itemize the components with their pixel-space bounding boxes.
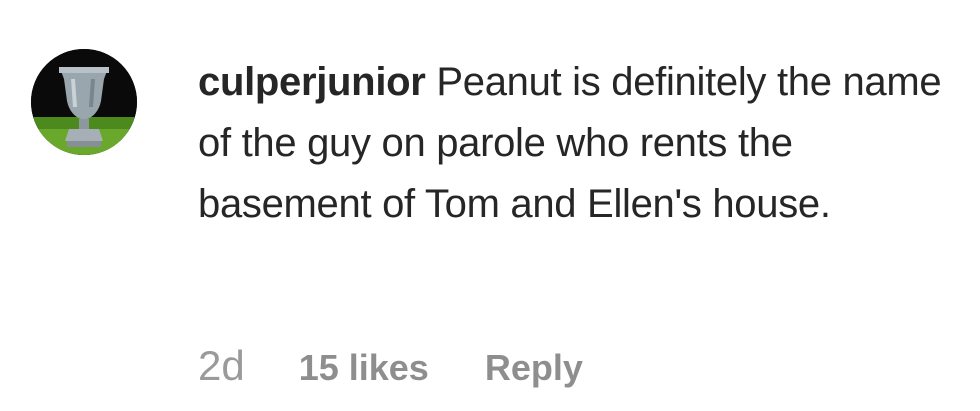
comment-timestamp[interactable]: 2d	[198, 342, 245, 390]
comment-meta: 2d 15 likes Reply	[198, 342, 583, 398]
garden-urn-avatar-icon	[31, 49, 137, 155]
comment: culperjunior Peanut is definitely the na…	[0, 0, 980, 411]
comment-body: culperjunior Peanut is definitely the na…	[198, 52, 968, 235]
avatar[interactable]	[31, 49, 137, 155]
likes-count-button[interactable]: 15 likes	[299, 347, 429, 389]
reply-button[interactable]: Reply	[485, 347, 583, 389]
comment-username[interactable]: culperjunior	[198, 60, 426, 104]
